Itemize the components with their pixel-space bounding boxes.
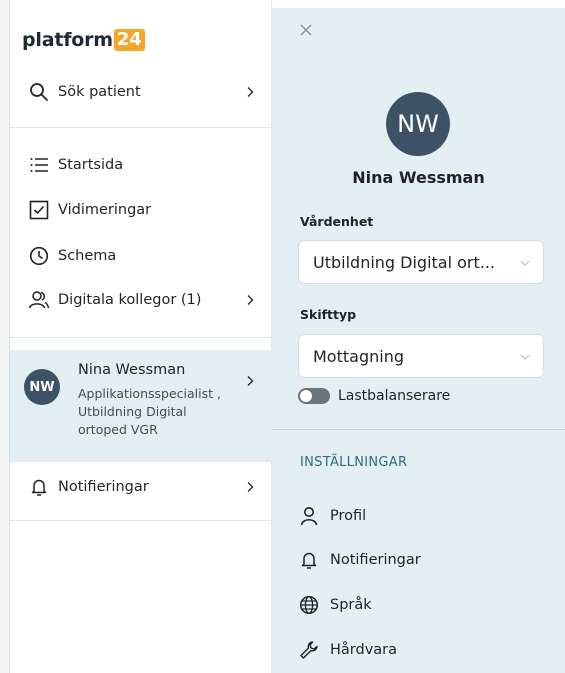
close-icon[interactable] [298,22,314,38]
sidebar-item-label: Schema [58,248,117,264]
settings-item-label: Hårdvara [330,642,398,658]
unit-select[interactable]: Utbildning Digital ort... [298,240,544,284]
chevron-down-icon [520,354,530,360]
nav-divider [10,127,272,128]
settings-item-hardvara[interactable]: Hårdvara [298,635,397,665]
user-card[interactable]: NW Nina Wessman Applikationsspecialist ,… [10,350,272,462]
person-icon [298,505,320,527]
checkbox-icon [28,199,50,221]
sidebar-item-label: Digitala kollegor (1) [58,292,202,308]
nav-divider [10,337,272,338]
window-edge [0,0,10,673]
settings-item-label: Profil [330,508,367,524]
panel-divider [272,429,565,430]
people-icon [28,289,50,311]
sidebar-item-label: Startsida [58,157,124,173]
sidebar-item-digitala-kollegor[interactable]: Digitala kollegor (1) [10,280,272,320]
unit-label: Vårdenhet [300,214,374,229]
load-balancer-row: Lastbalanserare [298,388,450,404]
shift-value: Mottagning [313,346,404,366]
logo-badge: 24 [113,29,145,51]
search-patient-label: Sök patient [58,84,141,100]
wrench-icon [298,639,320,661]
globe-icon [298,594,320,616]
sidebar-item-schema[interactable]: Schema [10,236,272,276]
sidebar-item-startsida[interactable]: Startsida [10,145,272,185]
logo-text: platform [22,29,113,51]
clock-icon [28,245,50,267]
chevron-right-icon [247,482,254,492]
user-panel: NW Nina Wessman Vårdenhet Utbildning Dig… [272,8,565,673]
panel-user-name: Nina Wessman [352,168,485,187]
settings-item-profil[interactable]: Profil [298,501,366,531]
sidebar-nav: platform 24 Sök patient Startsida Vidimer… [10,0,272,673]
search-patient-item[interactable]: Sök patient [10,72,272,112]
sidebar-item-label: Vidimeringar [58,202,152,218]
user-name: Nina Wessman [78,362,186,378]
settings-item-label: Notifieringar [330,552,421,568]
avatar: NW [24,369,60,405]
sidebar-item-notifieringar[interactable]: Notifieringar [10,467,272,507]
chevron-right-icon [247,87,254,97]
bell-icon [28,476,50,498]
sidebar-item-vidimeringar[interactable]: Vidimeringar [10,190,272,230]
sidebar-item-label: Notifieringar [58,479,149,495]
shift-label: Skifttyp [300,307,357,322]
settings-item-sprak[interactable]: Språk [298,590,372,620]
user-role: Applikationsspecialist , Utbildning Digi… [78,386,221,437]
logo[interactable]: platform 24 [22,26,145,54]
chevron-down-icon [520,260,530,266]
load-balancer-toggle[interactable] [298,388,330,404]
chevron-right-icon [247,295,254,305]
bell-icon [298,549,320,571]
shift-select[interactable]: Mottagning [298,334,544,378]
search-icon [28,81,50,103]
unit-value: Utbildning Digital ort... [313,252,496,272]
nav-divider [10,520,272,521]
chevron-right-icon [247,376,254,386]
list-icon [28,154,50,176]
settings-item-notifieringar[interactable]: Notifieringar [298,545,421,575]
load-balancer-label: Lastbalanserare [338,388,451,404]
settings-item-label: Språk [330,597,372,613]
avatar: NW [386,92,450,156]
settings-heading: INSTÄLLNINGAR [300,455,408,470]
